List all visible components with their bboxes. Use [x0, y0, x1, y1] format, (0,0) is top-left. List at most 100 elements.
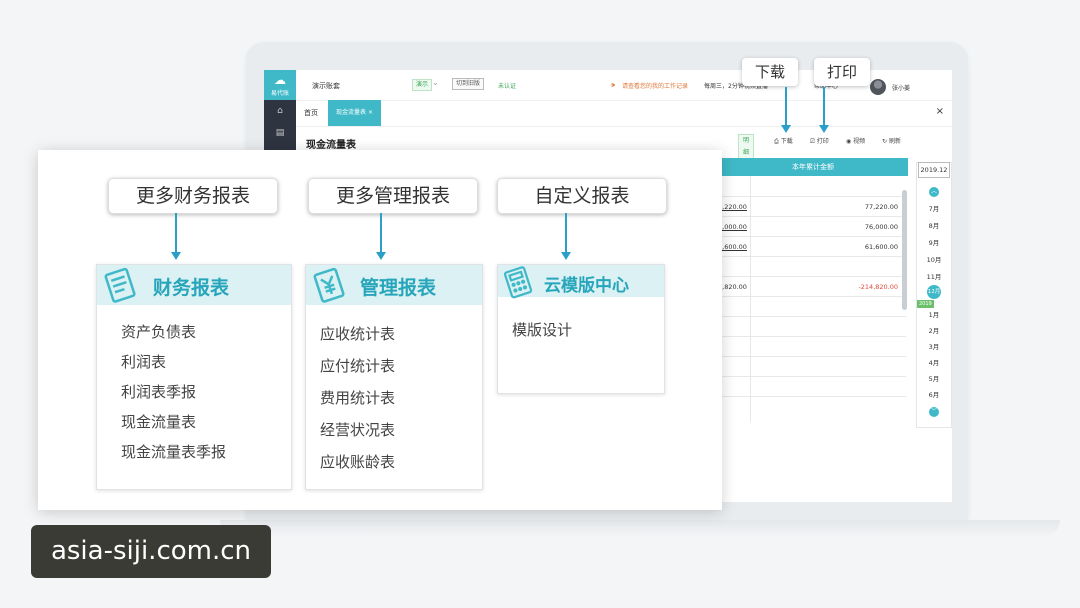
table-row — [718, 376, 906, 397]
month-item[interactable]: 6月 — [917, 389, 951, 399]
page-title: 现金流量表 — [306, 140, 356, 151]
more-management-callout[interactable]: 更多管理报表 — [308, 178, 478, 214]
print-label: 打印 — [816, 138, 829, 145]
print-button[interactable]: ⎚ 打印 — [810, 136, 829, 146]
app-logo[interactable]: ☁ 易代账 — [264, 70, 296, 100]
management-reports-card: 管理报表 应收统计表 应付统计表 费用统计表 经营状况表 应收账龄表 — [305, 264, 483, 490]
print-callout: 打印 — [814, 58, 870, 86]
table-row: 1,600.00 61,600.00 — [718, 236, 906, 257]
arrow-line — [565, 213, 567, 253]
demo-badge: 演示 — [412, 79, 433, 91]
arrow-head — [561, 252, 571, 260]
switch-version-button[interactable]: 切到旧版 — [452, 78, 485, 90]
report-link-receivables[interactable]: 应收统计表 — [320, 323, 395, 344]
table-cell: -214,820.00 — [858, 283, 898, 291]
table-row — [718, 316, 906, 337]
tab-home[interactable]: 首页 — [304, 108, 318, 118]
notice-text[interactable]: 请查看您的我的工作记录 — [622, 81, 688, 90]
card-header: 管理报表 — [306, 265, 482, 305]
laptop-base — [220, 520, 1060, 536]
month-item[interactable]: 9月 — [917, 237, 951, 247]
month-item[interactable]: 5月 — [917, 373, 951, 383]
table-divider — [750, 176, 751, 422]
refresh-icon: ↻ — [882, 138, 889, 145]
currency-icon — [313, 267, 345, 303]
month-item[interactable]: 1月 — [917, 309, 951, 319]
month-picker: ︿ 7月 8月 9月 10月 11月 12月 2019 1月 2月 3月 4月 … — [916, 162, 952, 428]
print-icon: ⎚ — [810, 138, 817, 145]
table-cell: 76,000.00 — [864, 223, 898, 231]
month-item[interactable]: 4月 — [917, 357, 951, 367]
speaker-icon: 🕩 — [610, 80, 616, 89]
tab-label: 现金流量表 — [336, 109, 367, 116]
template-design-link[interactable]: 模版设计 — [512, 319, 572, 340]
chevron-up-icon[interactable]: ︿ — [929, 187, 939, 197]
table-row: 6,000.00 76,000.00 — [718, 216, 906, 237]
table-cell[interactable]: 1,600.00 — [718, 243, 747, 251]
table-scrollbar[interactable] — [902, 190, 907, 310]
tab-close-icon[interactable]: × — [368, 109, 373, 116]
report-overlay: 更多财务报表 更多管理报表 自定义报表 财务报表 资产负债表 利润表 利润表季报… — [38, 150, 722, 510]
document-icon[interactable]: ▤ — [264, 122, 296, 144]
report-link-payables[interactable]: 应付统计表 — [320, 355, 395, 376]
close-all-icon[interactable]: × — [936, 106, 944, 117]
card-header: 财务报表 — [97, 265, 291, 305]
arrow-line — [380, 213, 382, 253]
financial-reports-card: 财务报表 资产负债表 利润表 利润表季报 现金流量表 现金流量表季报 — [96, 264, 292, 490]
table-row — [718, 176, 906, 197]
account-name[interactable]: 演示账套 — [312, 81, 340, 91]
month-item[interactable]: 10月 — [917, 254, 951, 264]
print-arrow — [823, 87, 825, 125]
month-item[interactable]: 11月 — [917, 271, 951, 281]
chevron-down-icon[interactable]: ﹀ — [929, 407, 939, 417]
arrow-head — [171, 252, 181, 260]
table-cell: 61,600.00 — [864, 243, 898, 251]
arrow-head — [781, 125, 791, 133]
year-tag: 2019 — [917, 300, 934, 308]
video-button[interactable]: ◉ 视频 — [846, 136, 865, 145]
tab-cash-flow[interactable]: 现金流量表 × — [328, 100, 381, 126]
month-item[interactable]: 2月 — [917, 325, 951, 335]
card-title: 财务报表 — [153, 277, 230, 299]
video-label: 视频 — [853, 138, 866, 145]
chevron-down-icon[interactable]: ⌄ — [432, 78, 439, 87]
detail-button[interactable]: 明细 — [738, 134, 755, 160]
home-icon[interactable]: ⌂ — [264, 100, 296, 122]
month-item[interactable]: 7月 — [917, 203, 951, 213]
table-cell[interactable]: 7,220.00 — [718, 203, 747, 211]
card-header: 云模版中心 — [498, 265, 664, 299]
month-item[interactable]: 8月 — [917, 220, 951, 230]
avatar[interactable] — [870, 79, 886, 95]
arrow-head — [376, 252, 386, 260]
report-link-income-quarterly[interactable]: 利润表季报 — [121, 381, 196, 402]
table-row — [718, 336, 906, 357]
report-link-cash-flow-quarterly[interactable]: 现金流量表季报 — [121, 441, 226, 462]
report-link-balance-sheet[interactable]: 资产负债表 — [121, 321, 196, 342]
table-cell[interactable]: 6,000.00 — [718, 223, 747, 231]
table-cell: 77,220.00 — [864, 203, 898, 211]
month-item[interactable]: 3月 — [917, 341, 951, 351]
watermark: asia-siji.com.cn — [31, 525, 271, 578]
report-link-income[interactable]: 利润表 — [121, 351, 166, 372]
refresh-label: 刷新 — [888, 138, 901, 145]
download-label: 下载 — [780, 138, 793, 145]
table-row: 7,220.00 77,220.00 — [718, 196, 906, 217]
more-financial-callout[interactable]: 更多财务报表 — [108, 178, 278, 214]
download-button[interactable]: ⎙ 下载 — [774, 136, 793, 146]
download-arrow — [785, 87, 787, 125]
verification-status[interactable]: 未认证 — [498, 81, 516, 90]
card-title: 管理报表 — [360, 277, 437, 299]
month-selected[interactable]: 12月 — [927, 285, 941, 299]
username[interactable]: 张小姜 — [892, 83, 910, 92]
report-link-operations[interactable]: 经营状况表 — [320, 419, 395, 440]
report-link-expenses[interactable]: 费用统计表 — [320, 387, 395, 408]
logo-text: 易代账 — [270, 90, 289, 97]
report-link-cash-flow[interactable]: 现金流量表 — [121, 411, 196, 432]
table-row — [718, 296, 906, 317]
year-selector[interactable]: 2019.12 — [918, 162, 950, 178]
template-center-card: 云模版中心 模版设计 — [497, 264, 665, 394]
refresh-button[interactable]: ↻ 刷新 — [882, 136, 901, 145]
cash-flow-table: 7,220.00 77,220.00 6,000.00 76,000.00 1,… — [718, 176, 908, 422]
custom-report-callout[interactable]: 自定义报表 — [497, 178, 667, 214]
report-link-aging[interactable]: 应收账龄表 — [320, 451, 395, 472]
